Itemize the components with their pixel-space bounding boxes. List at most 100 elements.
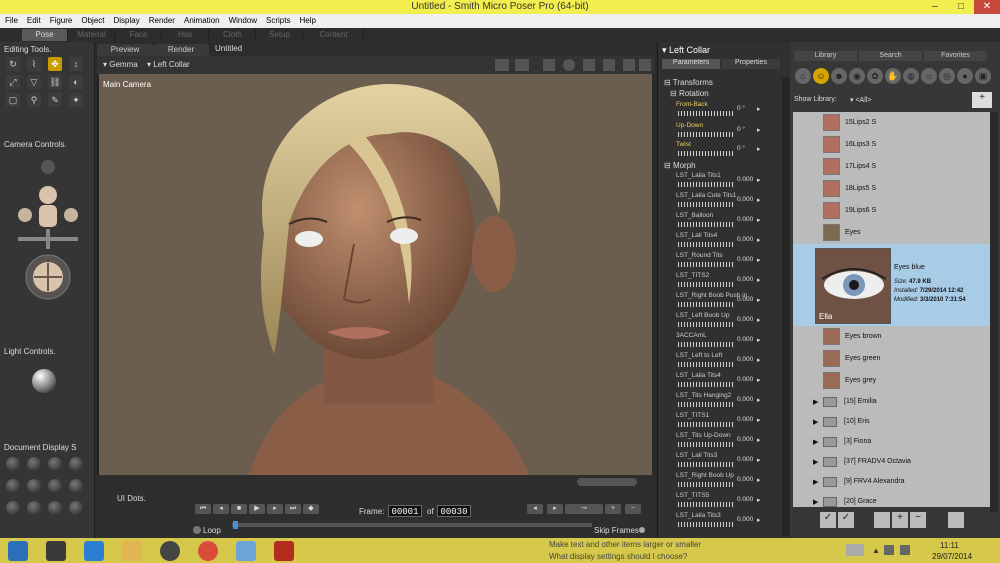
morph-value[interactable]: 0.000 <box>737 256 753 263</box>
frame-icon[interactable] <box>623 59 635 71</box>
morph-value[interactable]: 0.000 <box>737 476 753 483</box>
param-arrow-icon[interactable]: ▸ <box>757 105 761 113</box>
morph-value[interactable]: 0.000 <box>737 276 753 283</box>
display-style-hidden-line-icon[interactable] <box>69 457 83 471</box>
cameras-category-icon[interactable]: ◎ <box>939 68 955 84</box>
taper-tool-icon[interactable]: ▽ <box>27 75 41 89</box>
morph-arrow-icon[interactable]: ▸ <box>757 456 761 464</box>
param-value[interactable]: 0 ° <box>737 105 745 112</box>
figures-category-icon[interactable]: ☺ <box>813 68 829 84</box>
total-frames-field[interactable]: 00030 <box>437 505 471 517</box>
morph-value[interactable]: 0.000 <box>737 176 753 183</box>
morph-arrow-icon[interactable]: ▸ <box>757 196 761 204</box>
volume-icon[interactable] <box>900 545 910 555</box>
scenes-category-icon[interactable]: ▣ <box>975 68 991 84</box>
morph-row[interactable]: LST_Laila Tits3 0.000 ▸ <box>658 511 783 531</box>
expand-arrow-icon[interactable]: ▶ <box>813 478 818 486</box>
translate-tool-icon[interactable]: ✥ <box>48 57 62 71</box>
morph-dial[interactable] <box>678 282 734 287</box>
display-style-cartoon-icon[interactable] <box>69 479 83 493</box>
tab-pose[interactable]: Pose <box>22 29 68 41</box>
expressions-category-icon[interactable]: ◉ <box>849 68 865 84</box>
move-icon[interactable] <box>603 59 615 71</box>
morphing-tool-icon[interactable]: ✎ <box>48 93 62 107</box>
edit-keys-button[interactable]: ⊸ <box>565 504 603 514</box>
list-item[interactable]: Eyes brown <box>793 326 990 348</box>
morph-row[interactable]: LST_Laila Cute Tits1 0.000 ▸ <box>658 191 783 211</box>
view-dots[interactable] <box>577 478 637 486</box>
list-item[interactable]: Eyes green <box>793 348 990 370</box>
param-dial[interactable] <box>678 151 734 156</box>
translate-in-out-icon[interactable]: ↕ <box>69 57 83 71</box>
add-to-scene-button[interactable]: ✓ <box>838 512 854 528</box>
camera-controls-widget[interactable] <box>13 155 83 305</box>
morph-value[interactable]: 0.000 <box>737 316 753 323</box>
tab-setup[interactable]: Setup <box>257 29 303 41</box>
expand-arrow-icon[interactable]: ▶ <box>813 398 818 406</box>
morph-value[interactable]: 0.000 <box>737 356 753 363</box>
materials-category-icon[interactable]: ● <box>957 68 973 84</box>
folder-item[interactable]: ▶ [37] FRADV4 Octavia <box>793 452 990 472</box>
props-category-icon[interactable]: ◍ <box>903 68 919 84</box>
param-dial[interactable] <box>678 111 734 116</box>
actor-select[interactable]: ▾ Left Collar <box>147 60 190 69</box>
timeline-slider[interactable] <box>232 523 592 527</box>
morph-arrow-icon[interactable]: ▸ <box>757 436 761 444</box>
morph-value[interactable]: 0.000 <box>737 516 753 523</box>
list-item[interactable]: Eyes <box>793 222 990 244</box>
add-keyframe-button[interactable]: + <box>605 504 621 514</box>
sphere-icon[interactable] <box>563 59 575 71</box>
previous-key-button[interactable]: ◂ <box>527 504 543 514</box>
display-style-flat-shaded-icon[interactable] <box>27 479 41 493</box>
display-style-smooth-lined-icon[interactable] <box>48 501 62 515</box>
morph-arrow-icon[interactable]: ▸ <box>757 176 761 184</box>
morph-arrow-icon[interactable]: ▸ <box>757 256 761 264</box>
morph-dial[interactable] <box>678 322 734 327</box>
menu-object[interactable]: Object <box>76 14 108 25</box>
morph-dial[interactable] <box>678 242 734 247</box>
morph-dial[interactable] <box>678 422 734 427</box>
folder-item[interactable]: ▶ [20] Grace <box>793 492 990 507</box>
list-item[interactable]: 17Lips4 S <box>793 156 990 178</box>
chrome-icon[interactable] <box>198 541 218 561</box>
list-item[interactable]: Eyes grey <box>793 370 990 392</box>
tab-favorites[interactable]: Favorites <box>924 51 987 61</box>
morph-row[interactable]: LST_Left to Left 0.000 ▸ <box>658 351 783 371</box>
morph-row[interactable]: LST_Lali Tits3 0.000 ▸ <box>658 451 783 471</box>
param-value[interactable]: 0 ° <box>737 145 745 152</box>
previous-frame-button[interactable]: ◂ <box>213 504 229 514</box>
morph-row[interactable]: LST_Left Boob Up 0.000 ▸ <box>658 311 783 331</box>
next-key-button[interactable]: ▸ <box>547 504 563 514</box>
direct-manipulation-icon[interactable]: ✦ <box>69 93 83 107</box>
scale-tool-icon[interactable]: ⤢ <box>6 75 20 89</box>
morph-row[interactable]: LST_Tits Hanging2 0.000 ▸ <box>658 391 783 411</box>
loop-toggle[interactable] <box>193 526 201 534</box>
selected-library-item[interactable]: Ella Eyes blue Size: 47.9 KB Installed: … <box>793 244 990 326</box>
list-item[interactable]: 15Lips2 S <box>793 112 990 134</box>
morph-dial[interactable] <box>678 462 734 467</box>
morph-value[interactable]: 0.000 <box>737 196 753 203</box>
taskbar-tip-1[interactable]: Make text and other items larger or smal… <box>549 540 701 549</box>
morph-dial[interactable] <box>678 222 734 227</box>
morph-dial[interactable] <box>678 382 734 387</box>
param-arrow-icon[interactable]: ▸ <box>757 126 761 134</box>
menu-scripts[interactable]: Scripts <box>261 14 294 25</box>
show-library-select[interactable]: ▾ <All> <box>850 96 871 104</box>
morph-dial[interactable] <box>678 342 734 347</box>
params-actor-title[interactable]: ▾ Left Collar <box>662 45 710 56</box>
morph-arrow-icon[interactable]: ▸ <box>757 496 761 504</box>
first-frame-button[interactable]: ⏮ <box>195 504 211 514</box>
morph-dial[interactable] <box>678 502 734 507</box>
grid-icon[interactable] <box>515 59 529 71</box>
list-item[interactable]: 16Lips3 S <box>793 134 990 156</box>
menu-animation[interactable]: Animation <box>179 14 224 25</box>
grouping-tool-icon[interactable]: ▢ <box>6 93 20 107</box>
folder-item[interactable]: ▶ [10] Eris <box>793 412 990 432</box>
morph-arrow-icon[interactable]: ▸ <box>757 376 761 384</box>
morph-row[interactable]: LST_Round Tits 0.000 ▸ <box>658 251 783 271</box>
tab-properties[interactable]: Properties <box>722 59 780 69</box>
chain-break-icon[interactable]: ⛓ <box>48 75 62 89</box>
library-scrollbar[interactable] <box>990 112 998 512</box>
morph-row[interactable]: LST_Laila Tits1 0.000 ▸ <box>658 171 783 191</box>
add-item-button[interactable]: + <box>892 512 908 528</box>
